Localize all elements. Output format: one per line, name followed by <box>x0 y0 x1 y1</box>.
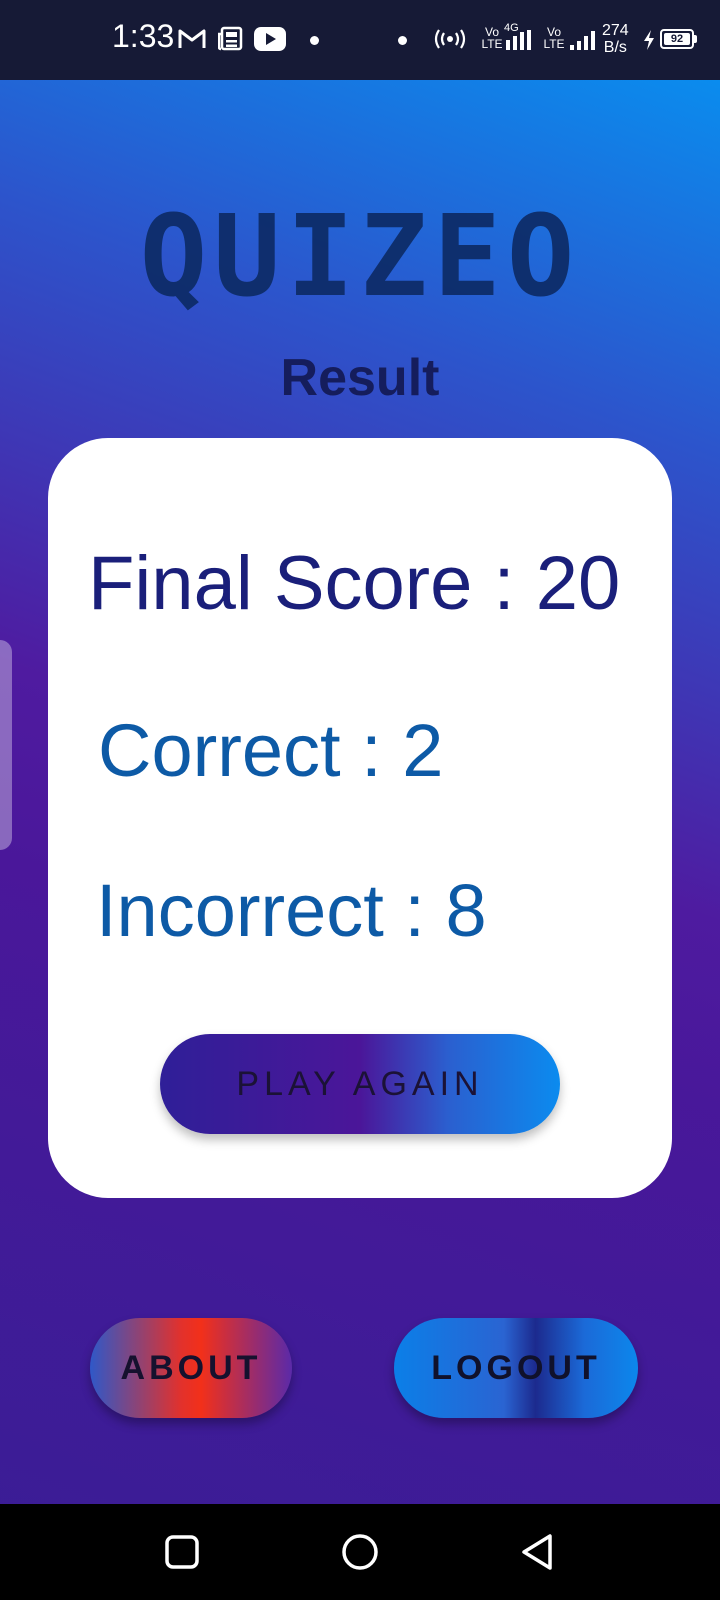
battery-icon: 92 <box>660 29 694 49</box>
status-bar: 1:33 Vo LTE 4G Vo LTE 274 B/s 92 <box>0 0 720 80</box>
edge-panel-handle[interactable] <box>0 640 12 850</box>
logout-label: LOGOUT <box>431 1348 601 1387</box>
status-time: 1:33 <box>112 18 175 54</box>
network-label-right: Vo LTE <box>543 25 565 51</box>
gmail-icon <box>178 29 206 48</box>
screen: 1:33 Vo LTE 4G Vo LTE 274 B/s 92 QUIZEO … <box>0 0 720 1600</box>
page-title: Result <box>280 349 440 407</box>
navigation-bar <box>0 1504 720 1600</box>
home-icon[interactable] <box>340 1532 380 1572</box>
network-label-left: Vo LTE <box>481 25 503 51</box>
network-speed: 274 B/s <box>602 22 629 56</box>
news-icon <box>218 26 243 51</box>
notification-dot-icon <box>310 36 319 45</box>
network-speed-value: 274 <box>602 22 629 39</box>
result-card: Final Score : 20 Correct : 2 Incorrect :… <box>48 438 672 1198</box>
incorrect-count-text: Incorrect : 8 <box>96 869 487 952</box>
about-label: ABOUT <box>120 1348 262 1387</box>
signal-icon <box>570 31 595 50</box>
notification-dot-icon <box>398 36 407 45</box>
battery-level: 92 <box>664 33 690 45</box>
correct-count-text: Correct : 2 <box>98 709 444 792</box>
app-content: QUIZEO Result Final Score : 20 Correct :… <box>0 80 720 1504</box>
logout-button[interactable]: LOGOUT <box>394 1318 638 1418</box>
hotspot-icon <box>434 29 466 49</box>
final-score-text: Final Score : 20 <box>88 541 621 626</box>
signal-icon <box>506 30 531 50</box>
recent-apps-icon[interactable] <box>164 1534 200 1570</box>
charging-icon <box>644 30 654 50</box>
play-again-button[interactable]: PLAY AGAIN <box>160 1034 560 1134</box>
youtube-icon <box>254 27 286 51</box>
app-logo: QUIZEO <box>139 192 581 322</box>
play-again-label: PLAY AGAIN <box>236 1064 484 1103</box>
battery-tip <box>694 35 697 43</box>
about-button[interactable]: ABOUT <box>90 1318 292 1418</box>
network-speed-unit: B/s <box>603 39 627 56</box>
back-icon[interactable] <box>518 1532 558 1572</box>
